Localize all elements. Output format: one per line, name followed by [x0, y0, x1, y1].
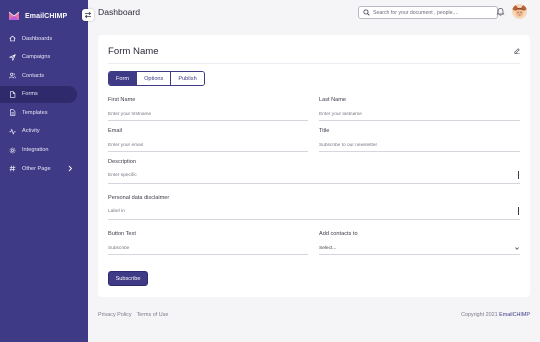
button-text-label: Button Text: [108, 231, 136, 237]
tab-options[interactable]: Options: [136, 72, 171, 85]
sidebar-item-label: Campaigns: [22, 54, 51, 61]
title-input[interactable]: [319, 139, 520, 152]
scrollbar[interactable]: [517, 207, 519, 215]
first-name-input[interactable]: [108, 108, 308, 121]
search-icon: [363, 9, 370, 16]
chevron-down-icon: [515, 247, 519, 250]
divider: [108, 63, 520, 64]
email-field: Email: [108, 128, 308, 152]
header: Dashboard: [88, 0, 540, 27]
form-card: Form Name Form Options Publish First Nam…: [98, 35, 530, 297]
privacy-policy-link[interactable]: Privacy Policy: [98, 312, 132, 318]
file-icon: [9, 91, 16, 98]
page-title: Dashboard: [98, 7, 141, 17]
brand-name: EmailCHIMP: [25, 12, 68, 20]
button-text-field: Button Text: [108, 231, 308, 255]
disclaimer-textarea[interactable]: [108, 206, 520, 219]
bell-icon[interactable]: [496, 7, 505, 16]
disclaimer-label: Personal data disclaimer: [108, 195, 170, 201]
sidebar-collapse-button[interactable]: [82, 9, 94, 21]
search-input[interactable]: [373, 9, 493, 16]
hash-icon: [9, 165, 16, 172]
first-name-field: First Name: [108, 97, 308, 121]
activity-icon: [9, 128, 16, 135]
form-title: Form Name: [108, 46, 159, 57]
sidebar-item-integration[interactable]: Integration: [0, 142, 88, 159]
title-label: Title: [319, 128, 330, 134]
sidebar-item-label: Dashboards: [22, 35, 53, 42]
avatar-image-icon: [512, 4, 527, 19]
file-text-icon: [9, 109, 16, 116]
email-label: Email: [108, 128, 122, 134]
sidebar-item-label: Contacts: [22, 72, 45, 79]
sidebar-item-activity[interactable]: Activity: [0, 123, 88, 140]
subscribe-button[interactable]: Subscribe: [108, 271, 148, 286]
description-field: Description: [108, 159, 520, 184]
settings-icon: [9, 147, 16, 154]
form-tabs: Form Options Publish: [108, 71, 205, 86]
disclaimer-textarea-wrap: [108, 206, 520, 220]
add-contacts-select[interactable]: Select...: [319, 242, 520, 255]
add-contacts-label: Add contacts to: [319, 231, 358, 237]
sidebar-item-label: Other Page: [22, 165, 51, 172]
tab-publish[interactable]: Publish: [170, 72, 204, 85]
chevron-right-icon: [68, 165, 73, 172]
sidebar-item-label: Integration: [22, 147, 49, 154]
first-name-label: First Name: [108, 97, 136, 103]
sidebar-item-label: Forms: [22, 91, 38, 98]
swap-icon: [84, 11, 92, 19]
users-icon: [9, 72, 16, 79]
sidebar-nav: Dashboards Campaigns Contacts Forms Temp…: [0, 30, 88, 179]
email-input[interactable]: [108, 139, 308, 152]
sidebar-item-templates[interactable]: Templates: [0, 104, 88, 121]
description-label: Description: [108, 159, 136, 165]
sidebar-item-other-page[interactable]: Other Page: [0, 160, 88, 177]
footer-links: Privacy Policy Terms of Use: [98, 312, 168, 318]
avatar[interactable]: [512, 4, 527, 19]
tab-form[interactable]: Form: [109, 72, 137, 85]
last-name-input[interactable]: [319, 108, 520, 121]
sidebar: EmailCHIMP Dashboards Campaigns Contacts…: [0, 0, 88, 342]
sidebar-item-contacts[interactable]: Contacts: [0, 67, 88, 84]
terms-of-use-link[interactable]: Terms of Use: [137, 312, 169, 318]
description-textarea-wrap: [108, 170, 520, 184]
disclaimer-field: Personal data disclaimer: [108, 195, 520, 220]
copyright: Copyright 2021 EmailCHIMP: [461, 312, 530, 318]
sidebar-item-dashboards[interactable]: Dashboards: [0, 30, 88, 47]
scrollbar[interactable]: [517, 171, 519, 179]
last-name-label: Last Name: [319, 97, 347, 103]
button-text-input[interactable]: [108, 242, 308, 255]
title-field: Title: [319, 128, 520, 152]
sidebar-item-forms[interactable]: Forms: [0, 85, 77, 103]
copyright-brand: EmailCHIMP: [499, 312, 530, 318]
brand[interactable]: EmailCHIMP: [8, 8, 67, 24]
edit-icon[interactable]: [514, 48, 520, 54]
copyright-text: Copyright 2021: [461, 312, 498, 318]
select-value: Select...: [319, 246, 337, 251]
brand-logo-icon: [8, 11, 20, 20]
last-name-field: Last Name: [319, 97, 520, 121]
sidebar-item-label: Templates: [22, 109, 48, 116]
sidebar-item-campaigns[interactable]: Campaigns: [0, 49, 88, 66]
home-icon: [9, 35, 16, 42]
search-box[interactable]: [358, 6, 498, 19]
send-icon: [9, 53, 16, 61]
footer: Privacy Policy Terms of Use Copyright 20…: [98, 312, 530, 322]
sidebar-item-label: Activity: [22, 128, 40, 135]
add-contacts-field: Add contacts to Select...: [319, 231, 520, 255]
description-textarea[interactable]: [108, 170, 520, 183]
